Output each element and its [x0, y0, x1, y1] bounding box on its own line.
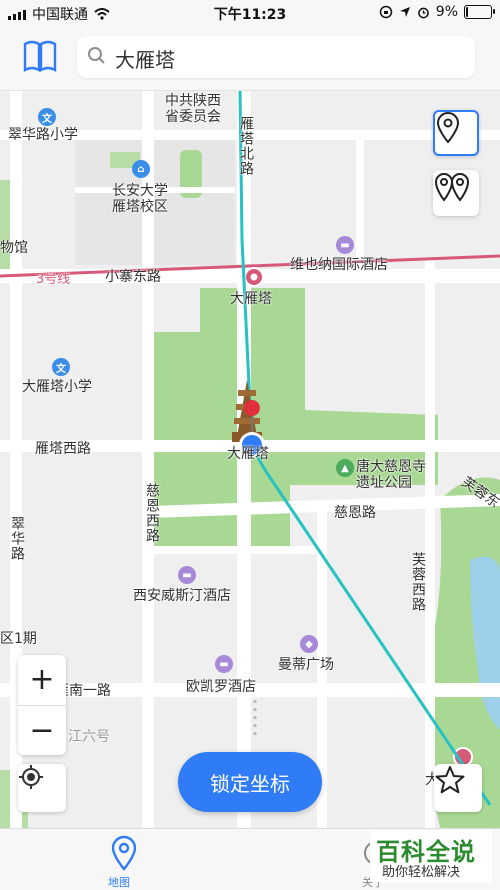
map-label: 芙蓉西路 — [410, 552, 426, 612]
park-icon: ▲ — [336, 459, 354, 477]
map-label: 雁塔校区 — [112, 199, 168, 215]
map-label: 翠华路小学 — [8, 127, 78, 143]
location-arrow-icon — [399, 7, 410, 17]
alarm-icon — [417, 7, 429, 18]
map-label: 曼蒂广场 — [278, 657, 334, 673]
locate-me-button[interactable] — [18, 764, 66, 812]
status-right: 9% — [379, 4, 495, 20]
search-bar[interactable] — [77, 36, 475, 78]
map-label: 3号线 — [36, 272, 71, 287]
map-pin-tab-icon — [111, 835, 137, 871]
battery-percent: 9% — [435, 4, 458, 20]
mall-icon: ◆ — [300, 635, 318, 653]
map-label: 维也纳国际酒店 — [290, 257, 388, 273]
map-label: 遗址公园 — [356, 475, 412, 491]
metro-station-dot — [250, 273, 258, 281]
map-view[interactable]: 文 ⌂ ▬ 文 ▲ ▬ ◆ ▬ 翠华路小学 中共陕西 省委员会 雁塔北路 长安大… — [0, 90, 500, 828]
single-pin-button[interactable] — [433, 110, 479, 156]
map-pin-icon — [436, 112, 460, 144]
map-label: 区1期 — [0, 631, 37, 647]
hotel-icon-3: ▬ — [215, 655, 233, 673]
watermark-subtitle: 助你轻松解决 — [382, 865, 461, 880]
search-input[interactable] — [113, 44, 457, 72]
map-label: 雁塔北路 — [238, 116, 254, 176]
school-icon-2: 文 — [52, 358, 70, 376]
university-icon: ⌂ — [132, 160, 150, 178]
battery-fill — [466, 7, 468, 17]
map-label: 雁塔西路 — [35, 441, 91, 457]
map-label: 小寨东路 — [105, 269, 161, 285]
hotel-icon-2: ▬ — [178, 566, 196, 584]
map-label: 慈恩西路 — [144, 483, 160, 543]
hotel-icon: ▬ — [336, 236, 354, 254]
map-label: 西安威斯汀酒店 — [133, 588, 231, 604]
map-label: 慈恩路 — [334, 505, 376, 521]
zoom-control: + − — [18, 655, 66, 755]
zoom-out-button[interactable]: − — [18, 706, 66, 756]
battery-icon — [464, 5, 495, 19]
top-bar — [0, 26, 500, 91]
watermark: 百科全说 助你轻松解决 — [370, 830, 492, 882]
map-label: 翠华路 — [9, 516, 25, 561]
map-label: 物馆 — [0, 240, 28, 256]
multi-pin-icon — [434, 173, 470, 202]
rotation-lock-icon — [379, 5, 393, 19]
tab-map-label: 地图 — [108, 876, 130, 889]
multi-pin-button[interactable] — [433, 170, 479, 216]
status-bar: 中国联通 下午11:23 9% — [0, 0, 500, 26]
book-icon[interactable] — [20, 38, 60, 74]
zoom-in-button[interactable]: + — [18, 655, 66, 706]
map-label: 江六号 — [68, 729, 110, 745]
map-label: 大雁塔 — [227, 446, 269, 462]
map-label: 大雁塔 — [230, 291, 272, 307]
lock-coordinate-button[interactable]: 锁定坐标 — [178, 752, 322, 812]
map-label: 大雁塔小学 — [22, 379, 92, 395]
locate-icon — [19, 765, 43, 789]
search-icon — [88, 47, 105, 64]
map-label: 欧凯罗酒店 — [186, 679, 256, 695]
favorite-button[interactable] — [434, 764, 482, 812]
map-label: 省委员会 — [165, 109, 221, 125]
star-icon — [435, 766, 465, 794]
